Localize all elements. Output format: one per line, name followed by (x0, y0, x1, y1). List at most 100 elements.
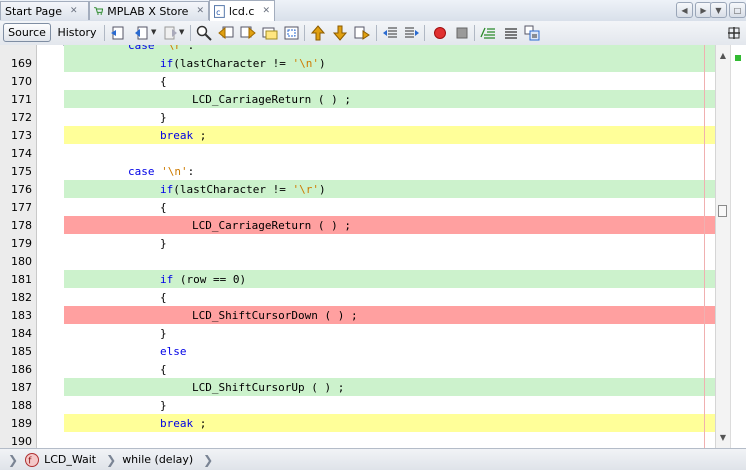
code-line[interactable]: 181 if (row == 0) (0, 270, 715, 288)
code-text: { (160, 201, 167, 214)
tab-lcd-c[interactable]: c lcd.c ✕ (209, 0, 275, 21)
uncomment-icon[interactable] (502, 25, 518, 41)
find-previous-icon[interactable] (218, 25, 234, 41)
code-line[interactable]: 183 LCD_ShiftCursorDown ( ) ; (0, 306, 715, 324)
code-line[interactable]: 171 LCD_CarriageReturn ( ) ; (0, 90, 715, 108)
line-number: 171 (11, 93, 32, 106)
code-text: if(lastCharacter != '\r') (160, 183, 326, 196)
comment-icon[interactable] (480, 25, 496, 41)
code-line[interactable]: 174 (0, 144, 714, 162)
maximize-window-icon[interactable]: □ (729, 2, 746, 18)
stop-macro-recording-icon[interactable] (454, 25, 470, 41)
close-icon[interactable]: ✕ (262, 6, 270, 16)
line-number: 188 (11, 399, 32, 412)
breadcrumb-item-while[interactable]: while (delay) (122, 453, 193, 466)
breadcrumb-label: while (delay) (122, 453, 194, 466)
code-line[interactable]: 189 break ; (0, 414, 715, 432)
code-text: } (160, 399, 167, 412)
find-selection-icon[interactable] (196, 25, 212, 41)
code-line[interactable]: 187 LCD_ShiftCursorUp ( ) ; (0, 378, 715, 396)
line-number: 190 (11, 435, 32, 448)
toggle-bookmark-icon[interactable] (354, 25, 370, 41)
line-number: 170 (11, 75, 32, 88)
breadcrumb-item-function[interactable]: f LCD_Wait (24, 452, 96, 468)
chevron-right-icon: ❯ (203, 452, 214, 467)
code-text: case '\r': (128, 45, 195, 52)
format-code-icon[interactable] (524, 25, 540, 41)
line-number: 172 (11, 111, 32, 124)
cart-icon (94, 7, 104, 15)
code-editor[interactable]: case '\r': 169 if(lastCharacter != '\n') 1… (0, 45, 746, 448)
code-text: case '\n': (128, 165, 195, 178)
history-button[interactable]: History (53, 23, 101, 42)
code-line[interactable]: 184} (0, 324, 714, 342)
code-text: { (160, 291, 167, 304)
toolbar-separator (424, 25, 425, 41)
start-macro-recording-icon[interactable] (432, 25, 448, 41)
code-line[interactable]: 177 { (0, 198, 714, 216)
code-line[interactable]: 175 case '\n': (0, 162, 714, 180)
line-number: 174 (11, 147, 32, 160)
line-number: 177 (11, 201, 32, 214)
code-text: LCD_CarriageReturn ( ) ; (192, 93, 351, 106)
line-number: 182 (11, 291, 32, 304)
split-editor-icon[interactable] (726, 25, 742, 41)
scroll-down-icon[interactable]: ▼ (718, 433, 728, 442)
tab-label: lcd.c (228, 4, 255, 18)
code-line[interactable]: 173 break ; (0, 126, 715, 144)
vertical-scrollbar[interactable]: ▲ ▼ (715, 45, 731, 448)
code-line[interactable]: 170 { (0, 72, 714, 90)
last-edit-icon[interactable] (110, 25, 126, 41)
back-dropdown-icon[interactable]: ▼ (151, 28, 156, 36)
tab-label: Start Page (5, 4, 62, 18)
error-stripe[interactable] (730, 45, 746, 448)
shift-right-icon[interactable] (404, 25, 420, 41)
close-icon[interactable]: ✕ (70, 6, 78, 16)
line-number: 175 (11, 165, 32, 178)
forward-dropdown-icon[interactable]: ▼ (179, 28, 184, 36)
right-margin-guide (704, 45, 705, 448)
line-number: 181 (11, 273, 32, 286)
code-text: { (160, 75, 167, 88)
code-line[interactable]: 179} (0, 234, 714, 252)
code-line[interactable]: 169 if(lastCharacter != '\n') (0, 54, 715, 72)
scroll-up-icon[interactable]: ▲ (718, 51, 728, 60)
no-errors-indicator-icon[interactable] (735, 55, 741, 61)
toolbar-separator (474, 25, 475, 41)
code-line[interactable]: 186 { (0, 360, 714, 378)
tab-mplab-x-store[interactable]: MPLAB X Store ✕ (89, 1, 209, 20)
find-next-icon[interactable] (240, 25, 256, 41)
tab-list-dropdown-icon[interactable]: ▼ (710, 2, 727, 18)
code-line[interactable]: 188} (0, 396, 714, 414)
chevron-right-icon: ❯ (106, 452, 117, 467)
history-label: History (57, 26, 97, 39)
line-number: 169 (11, 57, 32, 70)
back-icon[interactable] (134, 25, 150, 41)
line-number: 187 (11, 381, 32, 394)
code-line[interactable]: 176 if(lastCharacter != '\r') (0, 180, 715, 198)
previous-bookmark-icon[interactable] (310, 25, 326, 41)
code-line[interactable]: 172} (0, 108, 714, 126)
code-text: } (160, 111, 167, 124)
scrollbar-thumb[interactable] (718, 205, 727, 217)
line-number: 180 (11, 255, 32, 268)
toggle-rectangular-selection-icon[interactable] (284, 25, 300, 41)
tab-start-page[interactable]: Start Page ✕ (0, 1, 89, 20)
code-line[interactable]: 180 (0, 252, 714, 270)
line-number: 185 (11, 345, 32, 358)
close-icon[interactable]: ✕ (196, 6, 204, 16)
scroll-tabs-left-icon[interactable]: ◀ (676, 2, 693, 18)
red-line-highlight (64, 216, 715, 234)
forward-icon[interactable] (162, 25, 178, 41)
line-number: 179 (11, 237, 32, 250)
code-line[interactable]: 178 LCD_CarriageReturn ( ) ; (0, 216, 715, 234)
source-button[interactable]: Source (3, 23, 51, 42)
breadcrumb: ❯ f LCD_Wait ❯ while (delay) ❯ (0, 448, 746, 470)
next-bookmark-icon[interactable] (332, 25, 348, 41)
code-line[interactable]: 182 { (0, 288, 714, 306)
code-line[interactable]: 185 else (0, 342, 714, 360)
code-text: LCD_ShiftCursorDown ( ) ; (192, 309, 358, 322)
shift-left-icon[interactable] (382, 25, 398, 41)
toggle-highlight-search-icon[interactable] (262, 25, 278, 41)
code-line[interactable]: 190 (0, 432, 714, 448)
